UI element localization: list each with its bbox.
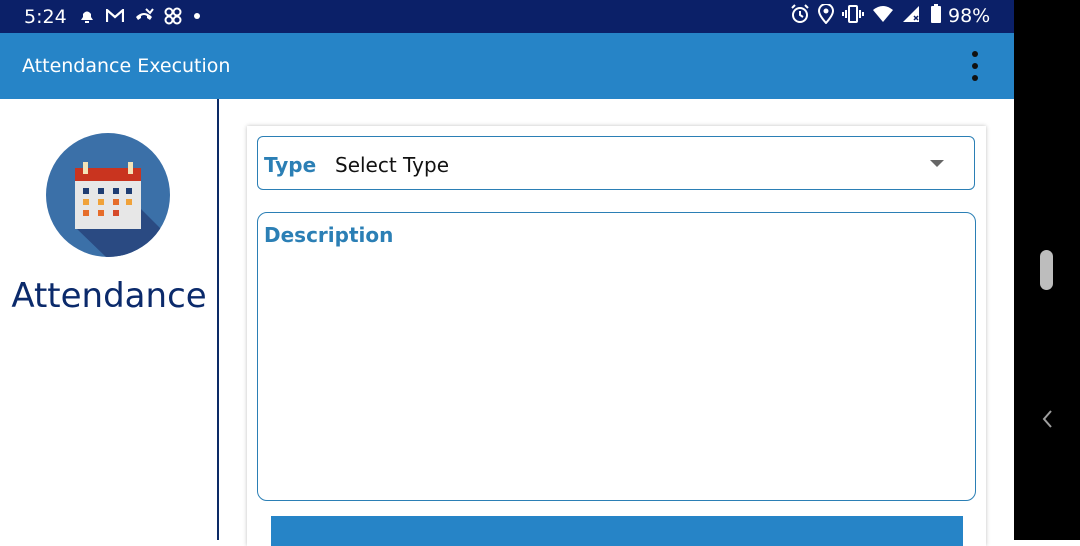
- alarm-icon: [790, 3, 810, 29]
- status-time: 5:24: [24, 6, 67, 28]
- location-icon: [817, 2, 835, 29]
- notification-bell-icon: [78, 8, 96, 24]
- status-left-icons: [78, 5, 202, 27]
- type-label: Type: [264, 153, 317, 177]
- description-label: Description: [264, 223, 394, 247]
- battery-icon: [930, 3, 942, 29]
- battery-percent: 98%: [948, 5, 991, 27]
- app-bar: Attendance Execution: [0, 33, 1014, 99]
- dot-icon: [192, 11, 202, 21]
- dropdown-arrow-icon[interactable]: [930, 160, 944, 167]
- missed-call-icon: [134, 7, 154, 25]
- submit-button[interactable]: [271, 516, 963, 546]
- description-field[interactable]: Description: [257, 212, 976, 501]
- home-pill[interactable]: [1040, 250, 1053, 290]
- status-right-icons: 98%: [790, 2, 991, 29]
- more-vert-icon[interactable]: [960, 49, 990, 83]
- wifi-icon: [872, 5, 894, 28]
- gmail-icon: [106, 9, 124, 23]
- vibrate-icon: [842, 4, 864, 28]
- calendar-icon[interactable]: [46, 133, 170, 262]
- sidebar-label: Attendance: [11, 276, 207, 316]
- app-title: Attendance Execution: [22, 55, 231, 77]
- type-dropdown[interactable]: Type Select Type: [257, 136, 975, 190]
- status-bar: 5:24 98%: [0, 0, 1014, 33]
- type-select-value[interactable]: Select Type: [335, 153, 449, 177]
- app-notification-icon: [164, 7, 182, 25]
- signal-icon: [902, 5, 922, 28]
- back-chevron-icon[interactable]: [1040, 407, 1054, 436]
- sidebar-divider: [217, 99, 219, 540]
